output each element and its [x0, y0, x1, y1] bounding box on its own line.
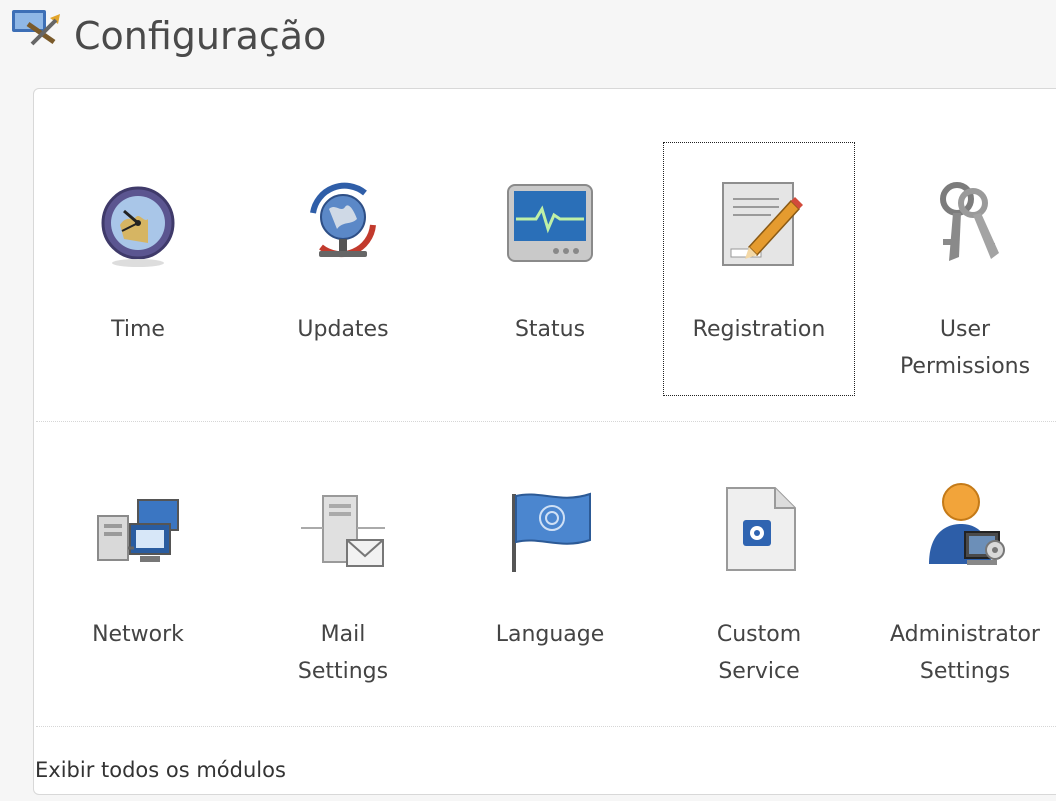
module-registration[interactable]: Registration: [663, 142, 855, 396]
settings-tools-icon: [12, 10, 60, 46]
page-title: Configuração: [74, 14, 327, 58]
module-label: Administrator Settings: [890, 622, 1040, 684]
show-all-modules-link[interactable]: Exibir todos os módulos: [35, 758, 286, 782]
module-mail-settings[interactable]: Mail Settings: [248, 448, 438, 700]
module-label: Time: [111, 317, 165, 342]
module-administrator-settings[interactable]: Administrator Settings: [870, 448, 1056, 700]
custom-service-document-icon: [726, 487, 796, 571]
module-custom-service[interactable]: Custom Service: [664, 448, 854, 700]
module-network[interactable]: Network: [43, 448, 233, 700]
module-label: Custom Service: [716, 622, 802, 684]
module-updates[interactable]: Updates: [248, 143, 438, 395]
network-computers-icon: [97, 499, 179, 562]
module-time[interactable]: Time: [43, 143, 233, 395]
module-language[interactable]: Language: [455, 448, 645, 700]
module-user-permissions[interactable]: User Permissions: [870, 143, 1056, 395]
flag-icon: [512, 492, 591, 572]
mail-server-icon: [301, 495, 385, 567]
clock-icon: [101, 186, 175, 267]
module-label: Updates: [297, 317, 389, 342]
admin-user-icon: [929, 483, 1005, 565]
module-label: Language: [495, 622, 605, 647]
monitor-status-icon: [507, 184, 593, 262]
module-label: Network: [92, 622, 184, 647]
document-pencil-icon: [722, 182, 803, 266]
page-header: Configuração: [0, 0, 1056, 80]
module-label: Status: [514, 317, 586, 342]
module-status[interactable]: Status: [455, 143, 645, 395]
row-divider: [36, 421, 1056, 422]
row-divider: [36, 726, 1056, 727]
module-label: Registration: [692, 317, 826, 342]
module-label: Mail Settings: [297, 622, 389, 684]
globe-update-icon: [310, 182, 376, 258]
module-label: User Permissions: [899, 317, 1031, 379]
keys-icon: [940, 182, 999, 261]
